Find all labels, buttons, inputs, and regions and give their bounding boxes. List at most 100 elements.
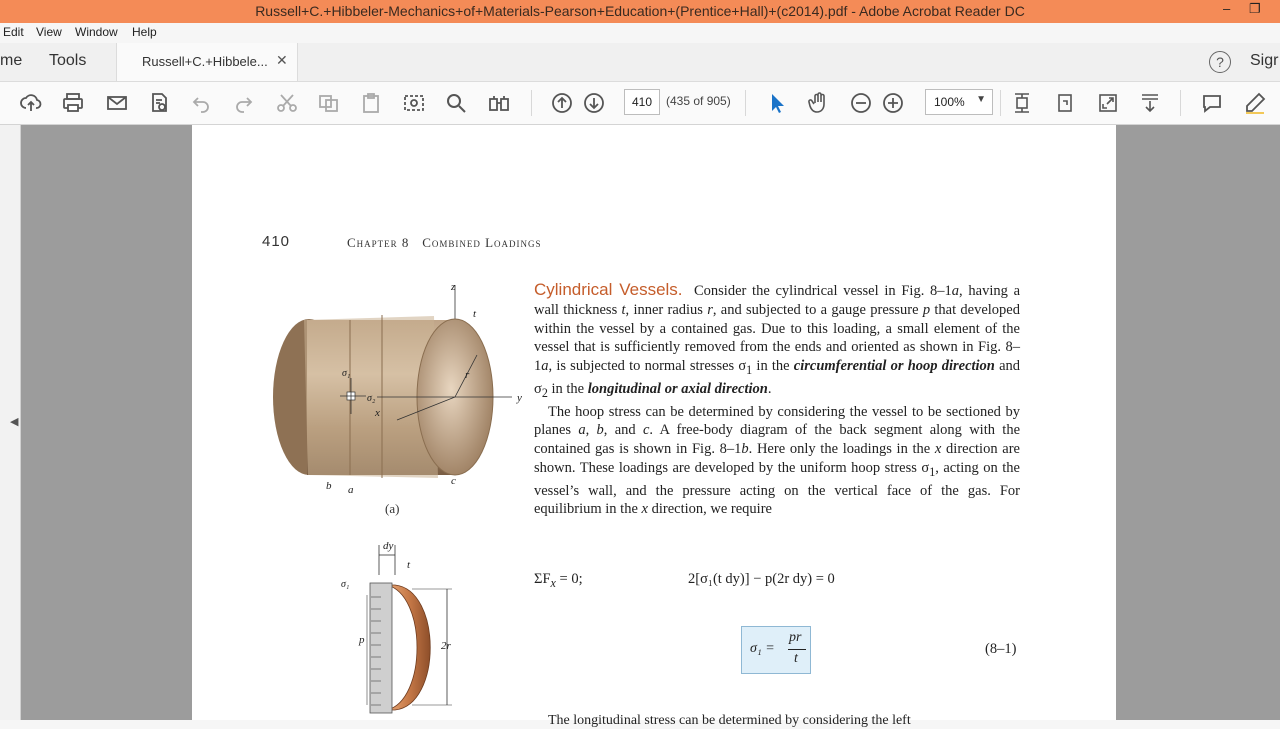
chapter-label: Chapter 8	[347, 235, 410, 250]
menu-help[interactable]: Help	[132, 25, 157, 39]
text-run: p	[922, 301, 931, 318]
prev-page-icon[interactable]	[550, 91, 574, 115]
text-run: circumferential or hoop direction	[793, 358, 995, 375]
toolbar-separator	[745, 90, 746, 116]
zoom-in-icon[interactable]	[881, 91, 905, 115]
label-dy: dy	[383, 540, 394, 552]
text-run: . Here only the loadings in the	[748, 441, 935, 458]
fraction-bar	[788, 649, 806, 650]
comment-icon[interactable]	[1200, 91, 1224, 115]
axis-label-x: x	[374, 407, 380, 419]
search-icon[interactable]	[444, 91, 468, 115]
section-title: Cylindrical Vessels.	[534, 280, 683, 299]
label-p: p	[358, 634, 365, 646]
tab-document[interactable]: Russell+C.+Hibbele... ✕	[116, 43, 298, 81]
copy-icon[interactable]	[317, 91, 341, 115]
expand-panel-icon[interactable]: ◀	[10, 415, 18, 428]
text-run: b	[741, 441, 749, 458]
tab-bar: me Tools Russell+C.+Hibbele... ✕ ? Sigr	[0, 43, 1280, 82]
menu-edit[interactable]: Edit	[3, 25, 24, 39]
fit-page-icon[interactable]	[1010, 91, 1034, 115]
highlight-icon[interactable]	[1243, 91, 1267, 115]
toolbar-separator	[531, 90, 532, 116]
tab-home[interactable]: me	[0, 52, 22, 70]
snapshot-icon[interactable]	[402, 91, 426, 115]
mail-icon[interactable]	[105, 91, 129, 115]
zoom-value: 100%	[934, 95, 965, 109]
eq-lhs: σ₁ =	[750, 641, 775, 656]
label-sigma1-b: σ₁	[341, 579, 349, 590]
rotate-icon[interactable]	[1053, 91, 1077, 115]
print-icon[interactable]	[61, 91, 85, 115]
label-b: b	[326, 480, 332, 492]
axis-label-y: y	[516, 392, 522, 404]
equation-number: (8–1)	[985, 641, 1017, 657]
tab-document-label: Russell+C.+Hibbele...	[142, 54, 268, 69]
upload-icon[interactable]	[19, 91, 43, 115]
page-count: (435 of 905)	[666, 94, 731, 108]
compare-icon[interactable]	[487, 91, 511, 115]
menu-view[interactable]: View	[36, 25, 62, 39]
select-icon[interactable]	[765, 91, 789, 115]
label-sigma2: σ₂	[367, 393, 376, 404]
paste-icon[interactable]	[359, 91, 383, 115]
cut-icon[interactable]	[275, 91, 299, 115]
text-run: Consider the cylindrical vessel in Fig. …	[693, 283, 952, 299]
scroll-mode-icon[interactable]	[1138, 91, 1162, 115]
window-title: Russell+C.+Hibbeler-Mechanics+of+Materia…	[255, 3, 1025, 19]
text-run: ΣF	[534, 571, 551, 587]
minimize-button[interactable]: –	[1223, 1, 1230, 16]
text-run: a	[541, 358, 549, 375]
text-run: longitudinal or axial direction	[587, 380, 768, 397]
redo-icon[interactable]	[232, 91, 256, 115]
restore-button[interactable]: ❐	[1249, 1, 1261, 17]
help-icon[interactable]: ?	[1209, 51, 1231, 73]
zoom-out-icon[interactable]	[849, 91, 873, 115]
pdf-page: 410 Chapter 8 Combined Loadings z t y x …	[192, 125, 1116, 728]
hoop-stress-equation: σ₁ = pr t	[741, 626, 811, 674]
text-run: a	[951, 283, 960, 299]
tab-tools[interactable]: Tools	[49, 52, 86, 70]
label-c: c	[451, 475, 456, 487]
chapter-title: Combined Loadings	[422, 235, 542, 250]
label-t: t	[473, 308, 477, 320]
chevron-down-icon: ▼	[976, 94, 986, 105]
equilibrium-condition: ΣFx = 0;	[534, 571, 583, 591]
toolbar-separator	[1180, 90, 1181, 116]
menu-window[interactable]: Window	[75, 25, 118, 39]
fullscreen-icon[interactable]	[1096, 91, 1120, 115]
text-run: in the	[547, 380, 588, 397]
body-text: Cylindrical Vessels. Consider the cylind…	[534, 280, 1020, 520]
label-r: r	[465, 369, 470, 381]
label-sigma1: σ₁	[342, 368, 350, 379]
chapter-heading: Chapter 8 Combined Loadings	[347, 235, 542, 251]
zoom-select[interactable]: 100% ▼	[925, 89, 993, 115]
paragraph-2: The hoop stress can be determined by con…	[534, 403, 1020, 520]
eq-numerator: pr	[789, 630, 802, 645]
equilibrium-equation: 2[σ₁(t dy)] − p(2r dy) = 0	[688, 571, 835, 587]
axis-label-z: z	[450, 281, 456, 293]
text-run: , and subjected to a gauge pressure	[712, 301, 923, 318]
toolbar-separator	[1000, 90, 1001, 116]
text-run: b	[596, 422, 604, 439]
text-run: in the	[752, 358, 794, 375]
next-paragraph-partial: The longitudinal stress can be determine…	[548, 713, 911, 728]
cylinder-figure: z t y x r σ₁ σ₂ a b c	[273, 281, 522, 496]
text-run: , and	[603, 422, 643, 439]
undo-icon[interactable]	[189, 91, 213, 115]
label-a: a	[348, 484, 354, 496]
hand-icon[interactable]	[807, 91, 831, 115]
text-run: .	[767, 380, 772, 397]
page-number-input[interactable]: 410	[624, 89, 660, 115]
close-tab-icon[interactable]: ✕	[276, 52, 288, 69]
label-t-b: t	[407, 559, 411, 571]
protect-icon[interactable]	[147, 91, 171, 115]
label-2r: 2r	[441, 640, 452, 652]
text-run: a	[578, 422, 586, 439]
text-run: , inner radius	[625, 301, 708, 318]
menu-bar: Edit View Window Help	[0, 23, 1280, 43]
text-run: ,	[585, 422, 597, 439]
text-run: = 0;	[555, 571, 583, 587]
next-page-icon[interactable]	[582, 91, 606, 115]
sign-in-link[interactable]: Sigr	[1250, 52, 1278, 70]
